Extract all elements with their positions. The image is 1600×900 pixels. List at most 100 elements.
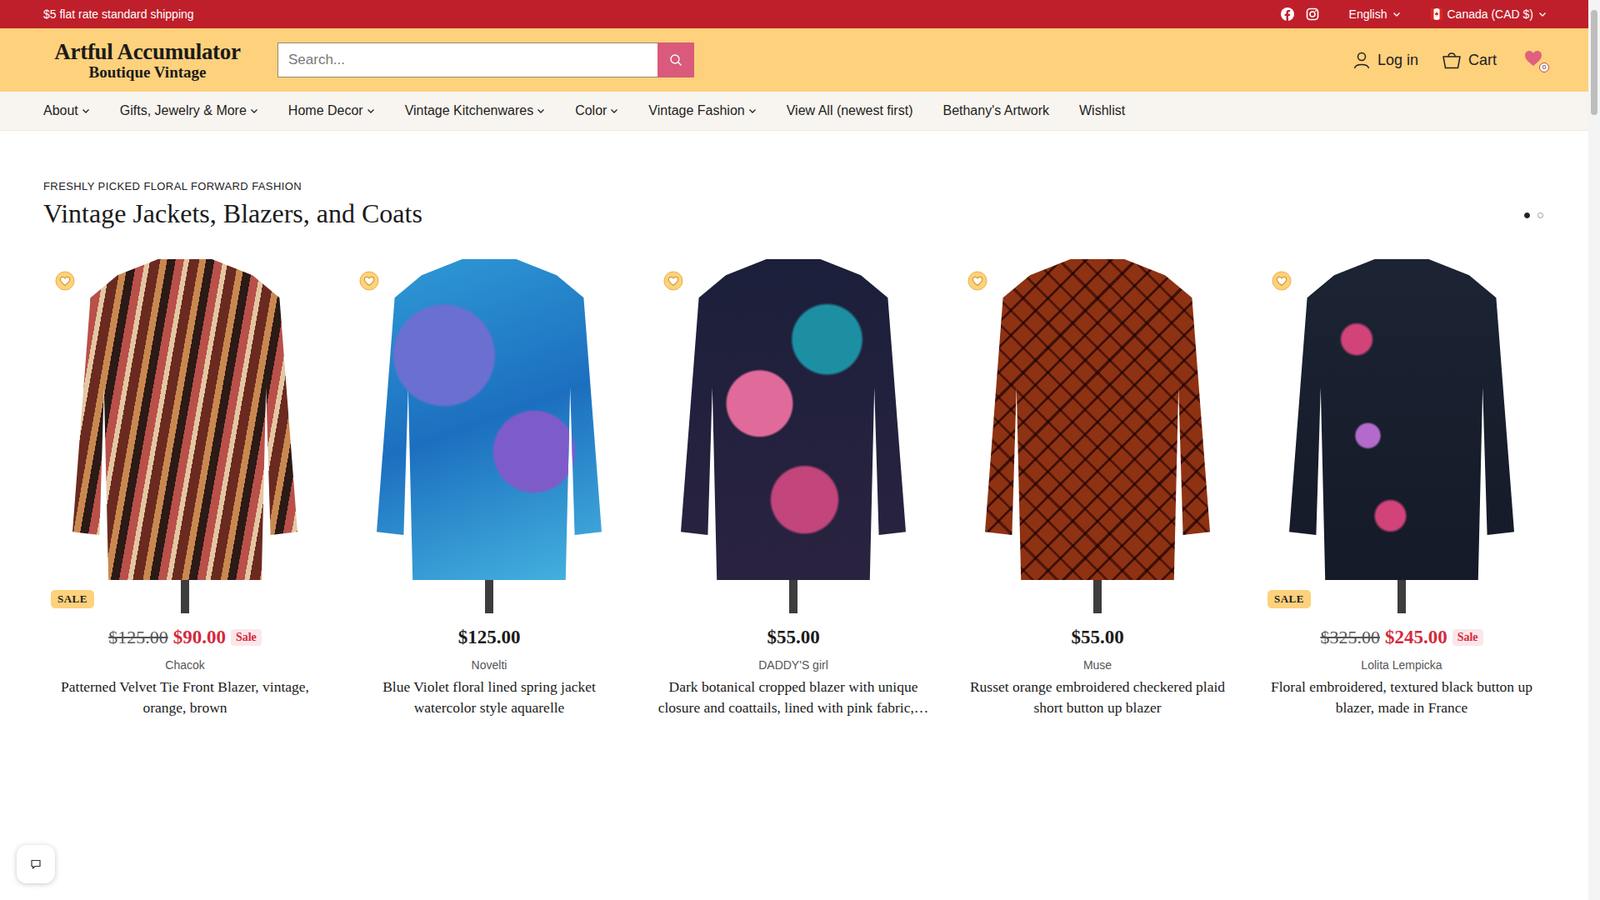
canada-flag-icon <box>1430 8 1443 20</box>
price: $125.00 <box>458 626 521 649</box>
facebook-link[interactable] <box>1280 7 1295 21</box>
cart-label: Cart <box>1468 51 1497 70</box>
cart-link[interactable]: Cart <box>1441 50 1497 70</box>
logo-line: Boutique Vintage <box>89 64 207 80</box>
display-stand <box>1397 580 1406 614</box>
section-heading-row: Vintage Jackets, Blazers, and Coats <box>43 198 1544 230</box>
wishlist-count: 0 <box>1539 62 1550 73</box>
product-card[interactable]: SALE $125.00$90.00Sale Chacok Patterned Vel… <box>43 259 327 718</box>
collection-section: FRESHLY PICKED FLORAL FORWARD FASHIONVin… <box>0 180 1600 718</box>
compare-price: $325.00 <box>1320 626 1380 649</box>
price: $55.00 <box>1070 626 1124 649</box>
product-brand: Chacok <box>165 658 205 672</box>
price-row: $125.00$90.00Sale <box>108 626 262 649</box>
menu-label: View All (newest first) <box>786 103 914 119</box>
product-title[interactable]: Floral embroidered, textured black butto… <box>1260 676 1544 718</box>
wishlist-toggle[interactable] <box>55 270 75 291</box>
header-actions: Log in Cart 0 <box>1352 48 1547 72</box>
price: $55.00 <box>766 626 820 649</box>
price-row: $325.00$245.00Sale <box>1320 626 1483 649</box>
shopping-bag-icon <box>1441 50 1462 70</box>
product-card[interactable]: $55.00 Muse Russet orange embroidered chec… <box>955 259 1240 718</box>
product-photo[interactable]: SALE <box>1260 259 1544 614</box>
menu-item[interactable]: Vintage Kitchenwares <box>405 103 545 119</box>
menu-item[interactable]: Home Decor <box>288 103 375 119</box>
menu-label: Home Decor <box>288 103 364 119</box>
wishlist-link[interactable]: 0 <box>1523 48 1547 72</box>
pager-dot[interactable] <box>1537 212 1544 219</box>
product-card[interactable]: SALE$325.00$245.00SaleLolita LempickaFlo… <box>1260 259 1544 718</box>
menu-item[interactable]: Gifts, Jewelry & More <box>120 103 259 119</box>
display-stand <box>1093 580 1102 614</box>
section-title: Vintage Jackets, Blazers, and Coats <box>43 198 423 230</box>
chevron-down-icon <box>536 106 545 115</box>
wishlist-toggle[interactable] <box>663 270 684 291</box>
sale-badge: SALE <box>50 590 95 609</box>
search-input[interactable] <box>277 42 658 78</box>
heart-icon <box>359 270 380 291</box>
menu-item[interactable]: Color <box>575 103 619 119</box>
instagram-icon <box>1305 7 1320 21</box>
heart-icon <box>967 270 988 291</box>
menu-item[interactable]: Vintage Fashion <box>648 103 756 119</box>
chat-button[interactable] <box>16 845 55 884</box>
product-photo[interactable]: SALE <box>43 259 327 614</box>
display-stand <box>485 580 494 614</box>
menu-item[interactable]: Wishlist <box>1079 103 1125 119</box>
menu-item[interactable]: Bethany's Artwork <box>942 103 1050 119</box>
product-title[interactable]: Patterned Velvet Tie Front Blazer, vinta… <box>43 676 327 718</box>
product-title[interactable]: Blue Violet floral lined spring jacket w… <box>347 676 631 718</box>
heart-icon <box>663 270 684 291</box>
page-scrollbar[interactable] <box>1588 0 1600 900</box>
product-photo[interactable] <box>651 259 935 614</box>
menu-label: Color <box>575 103 607 119</box>
product-title[interactable]: Dark botanical cropped blazer with uniqu… <box>651 676 935 718</box>
pager-dot[interactable] <box>1524 212 1530 219</box>
sale-price: $90.00 <box>173 626 226 649</box>
menu-item[interactable]: About <box>43 103 90 119</box>
menu-item[interactable]: View All (newest first) <box>786 103 914 119</box>
menu-label: Vintage Fashion <box>648 103 745 119</box>
login-link[interactable]: Log in <box>1352 50 1419 70</box>
chevron-down-icon <box>366 106 375 115</box>
product-brand: DADDY'S girl <box>758 658 829 672</box>
product-card[interactable]: $55.00 DADDY'S girl Dark botanical cropped… <box>651 259 935 718</box>
facebook-icon <box>1280 7 1295 21</box>
price-row: $55.00 <box>766 626 820 649</box>
site-header: Artful AccumulatorBoutique Vintage Log in… <box>0 28 1600 92</box>
menu-label: Bethany's Artwork <box>942 103 1050 119</box>
chevron-down-icon <box>1538 10 1547 19</box>
currency-label: Canada (CAD $) <box>1447 7 1535 21</box>
language-label: English <box>1349 7 1388 21</box>
product-photo[interactable] <box>955 259 1240 614</box>
garment-photo <box>680 259 906 580</box>
search-button[interactable] <box>657 42 695 78</box>
product-title[interactable]: Russet orange embroidered checkered plai… <box>955 676 1240 718</box>
carousel-pager <box>1524 212 1544 219</box>
product-grid: SALE $125.00$90.00Sale Chacok Patterned Vel… <box>43 259 1544 718</box>
wishlist-toggle[interactable] <box>1271 270 1292 291</box>
sale-badge: SALE <box>1267 590 1311 609</box>
product-brand: Muse <box>1083 658 1112 672</box>
product-photo[interactable] <box>347 259 631 614</box>
scrollbar-thumb[interactable] <box>1590 10 1598 115</box>
magnifier-icon <box>669 53 683 67</box>
garment-photo <box>1289 259 1515 580</box>
store-logo[interactable]: Artful AccumulatorBoutique Vintage <box>43 40 252 80</box>
search-form <box>277 42 695 78</box>
instagram-link[interactable] <box>1305 7 1320 21</box>
currency-selector[interactable]: Canada (CAD $) <box>1430 7 1548 21</box>
login-label: Log in <box>1377 51 1419 70</box>
chevron-down-icon <box>250 106 259 115</box>
language-selector[interactable]: English <box>1349 7 1401 21</box>
garment-photo <box>985 259 1210 580</box>
wishlist-toggle[interactable] <box>359 270 380 291</box>
wishlist-toggle[interactable] <box>967 270 988 291</box>
chevron-down-icon <box>610 106 619 115</box>
compare-price: $125.00 <box>108 626 169 649</box>
menu-label: Vintage Kitchenwares <box>405 103 534 119</box>
user-icon <box>1352 50 1371 70</box>
product-card[interactable]: $125.00NoveltiBlue Violet floral lined s… <box>347 259 631 718</box>
announcement-text: $5 flat rate standard shipping <box>43 7 195 21</box>
announcement-bar: $5 flat rate standard shipping English Can… <box>0 0 1600 29</box>
